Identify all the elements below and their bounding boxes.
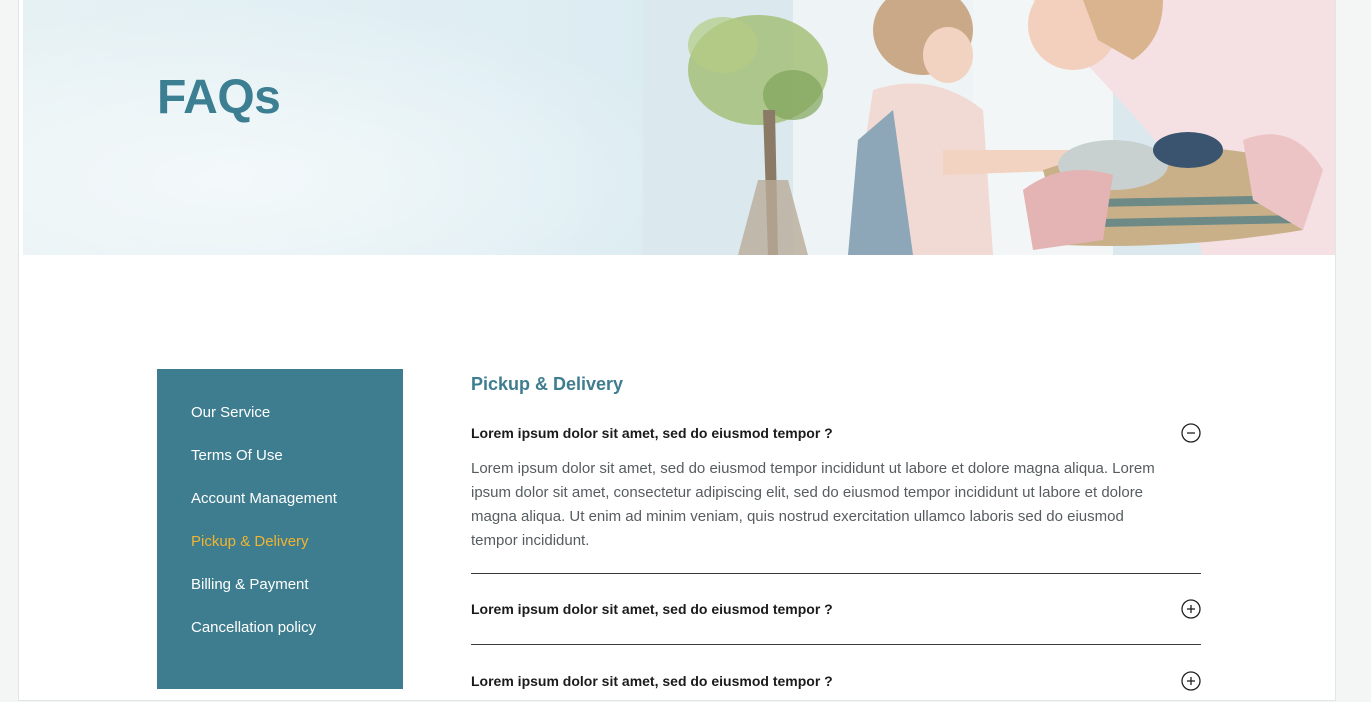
faq-question-text: Lorem ipsum dolor sit amet, sed do eiusm… <box>471 425 833 441</box>
hero-photo <box>643 0 1335 255</box>
faq-question-3[interactable]: Lorem ipsum dolor sit amet, sed do eiusm… <box>471 670 1201 692</box>
sidebar-item-pickup-delivery[interactable]: Pickup & Delivery <box>157 532 403 575</box>
sidebar-item-terms-of-use[interactable]: Terms Of Use <box>157 446 403 489</box>
faq-question-text: Lorem ipsum dolor sit amet, sed do eiusm… <box>471 601 833 617</box>
faq-question-2[interactable]: Lorem ipsum dolor sit amet, sed do eiusm… <box>471 598 1201 620</box>
faq-question-1[interactable]: Lorem ipsum dolor sit amet, sed do eiusm… <box>471 422 1201 444</box>
sidebar-item-our-service[interactable]: Our Service <box>157 403 403 446</box>
plus-circle-icon[interactable] <box>1181 599 1201 619</box>
page: FAQs Our Service Terms Of Use Account Ma… <box>18 0 1336 701</box>
sidebar-item-account-management[interactable]: Account Management <box>157 489 403 532</box>
faq-category-sidebar: Our Service Terms Of Use Account Managem… <box>157 369 403 689</box>
faq-question-text: Lorem ipsum dolor sit amet, sed do eiusm… <box>471 673 833 689</box>
sidebar-item-billing-payment[interactable]: Billing & Payment <box>157 575 403 618</box>
sidebar-item-cancellation-policy[interactable]: Cancellation policy <box>157 618 403 661</box>
section-title: Pickup & Delivery <box>471 374 624 394</box>
plus-circle-icon[interactable] <box>1181 671 1201 691</box>
faq-content: Pickup & Delivery Lorem ipsum dolor sit … <box>471 372 1201 692</box>
hero-banner: FAQs <box>23 0 1335 255</box>
faq-answer-1: Lorem ipsum dolor sit amet, sed do eiusm… <box>471 460 1155 549</box>
page-title: FAQs <box>157 71 281 124</box>
minus-circle-icon[interactable] <box>1181 423 1201 443</box>
